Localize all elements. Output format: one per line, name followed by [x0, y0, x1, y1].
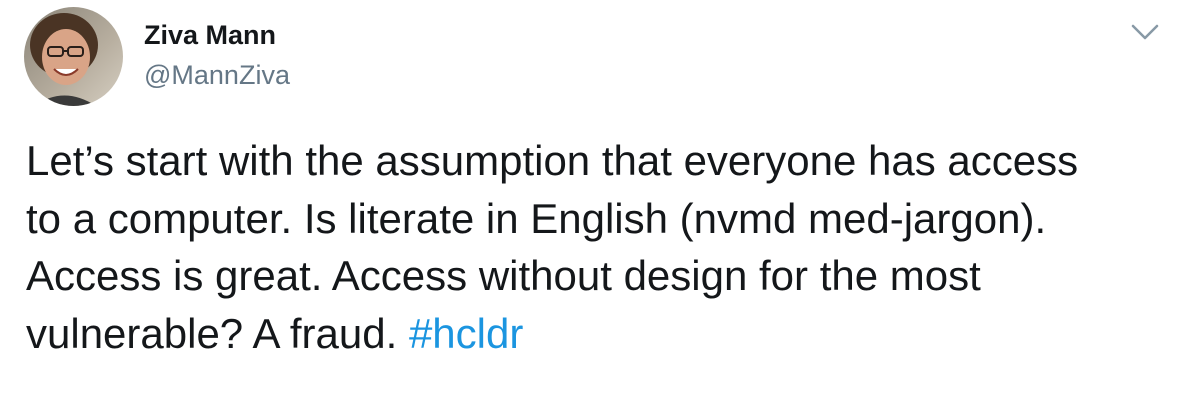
- author-avatar[interactable]: [24, 7, 123, 106]
- tweet-text-line: Let’s start with the assumption that eve…: [26, 137, 1079, 184]
- author-name[interactable]: Ziva Mann: [144, 18, 276, 52]
- tweet-menu-button[interactable]: [1128, 20, 1162, 44]
- tweet-card: Ziva Mann @MannZiva Let’s start with the…: [0, 0, 1179, 402]
- author-handle[interactable]: @MannZiva: [144, 58, 290, 92]
- chevron-down-icon: [1131, 24, 1159, 40]
- tweet-text-line-last: vulnerable? A fraud. #hcldr: [26, 305, 1166, 363]
- tweet-text: Let’s start with the assumption that eve…: [26, 132, 1166, 362]
- avatar-photo: [24, 7, 123, 106]
- tweet-text-line: Access is great. Access without design f…: [26, 252, 981, 299]
- hashtag-link[interactable]: #hcldr: [409, 310, 523, 357]
- tweet-text-line: to a computer. Is literate in English (n…: [26, 194, 1047, 242]
- tweet-text-fragment: vulnerable? A fraud.: [26, 309, 409, 357]
